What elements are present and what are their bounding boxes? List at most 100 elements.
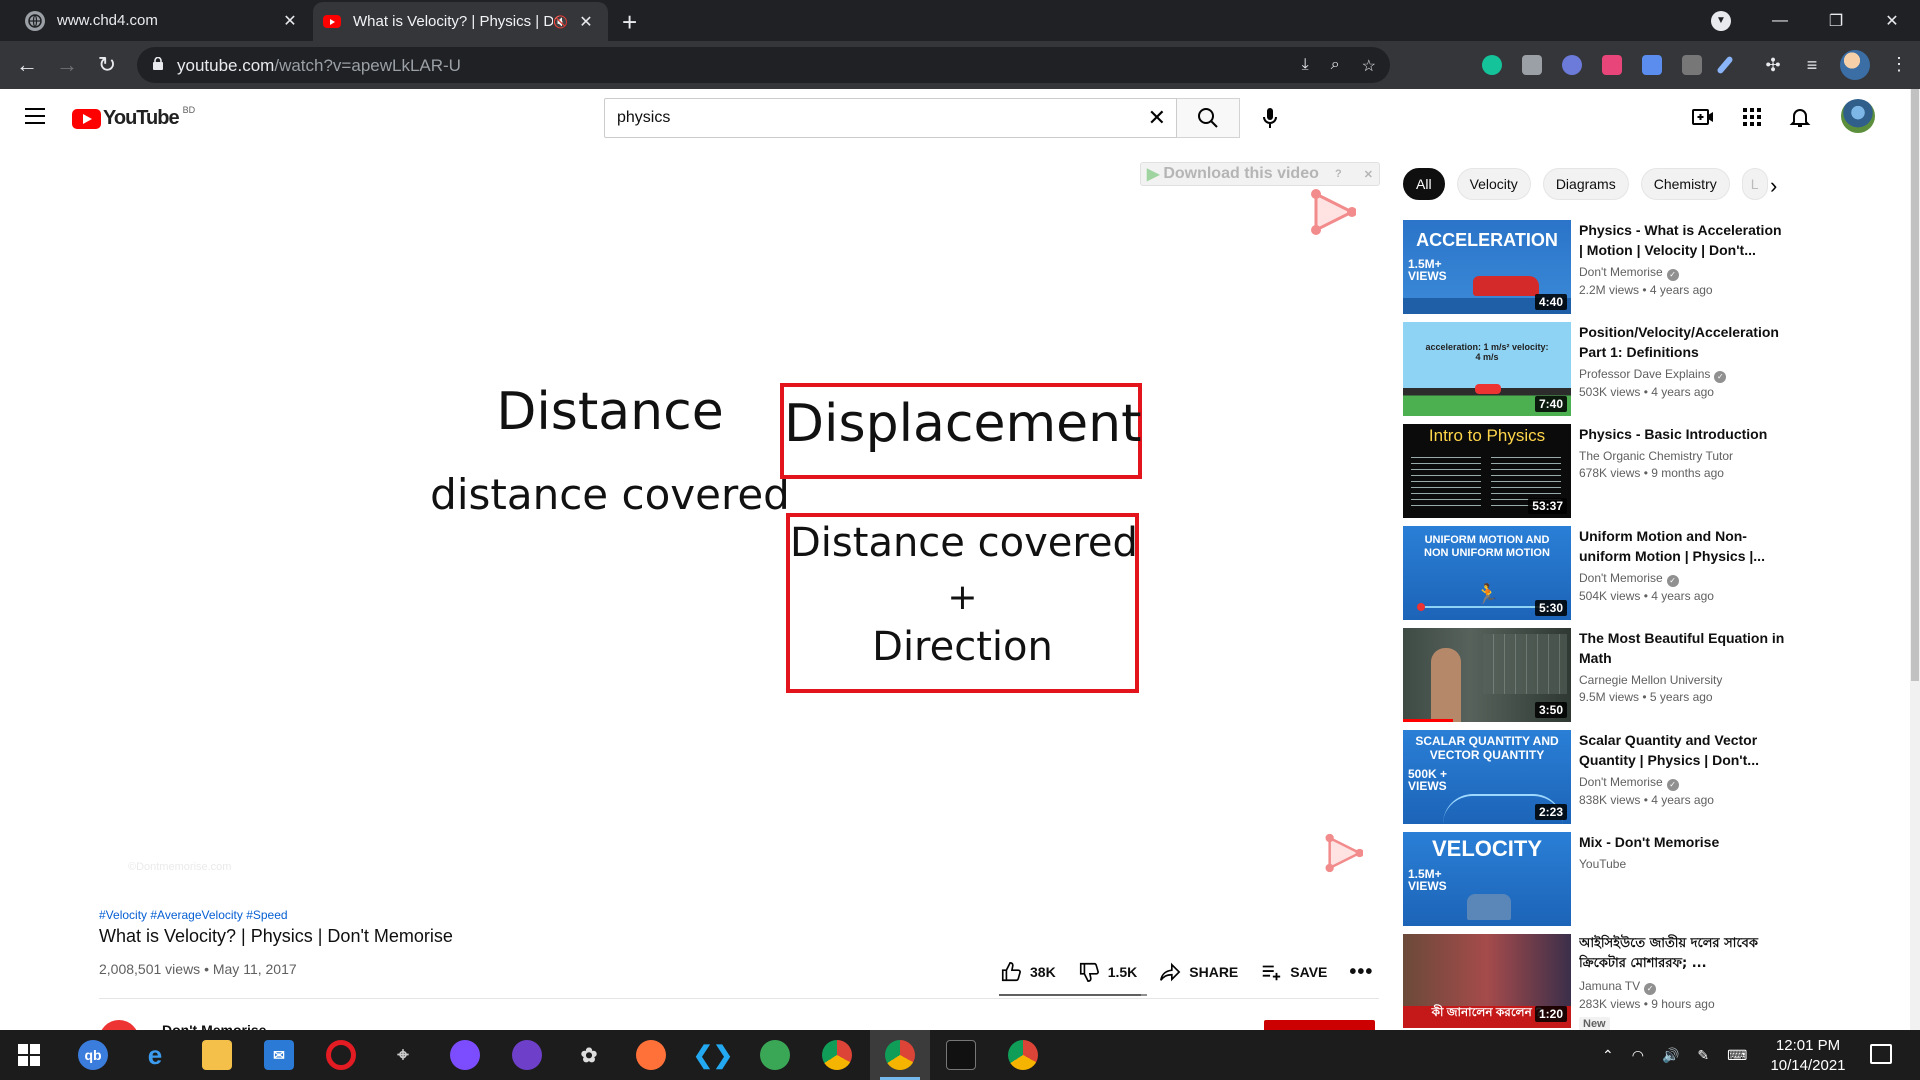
- recommendation-title[interactable]: Mix - Don't Memorise: [1579, 832, 1789, 852]
- dislike-button[interactable]: 1.5K: [1078, 961, 1137, 983]
- chevron-right-icon[interactable]: ›: [1770, 173, 1777, 199]
- recommendation-item[interactable]: Intro to Physics 53:37 Physics - Basic I…: [1403, 424, 1893, 518]
- recommendation-channel[interactable]: YouTube: [1579, 857, 1626, 871]
- opera-icon[interactable]: [326, 1040, 356, 1070]
- pen-icon[interactable]: ✎: [1697, 1047, 1709, 1064]
- recommendation-item[interactable]: ACCELERATION 1.5M+ VIEWS 4:40 Physics - …: [1403, 220, 1893, 314]
- vscode-icon[interactable]: ❮❯: [693, 1040, 733, 1070]
- reload-icon[interactable]: ↻: [92, 50, 122, 80]
- screen-extension-icon[interactable]: [1682, 55, 1702, 75]
- chip-chemistry[interactable]: Chemistry: [1640, 168, 1730, 200]
- recommendation-title[interactable]: The Most Beautiful Equation in Math: [1579, 628, 1789, 668]
- recommendation-channel[interactable]: Jamuna TV: [1579, 979, 1640, 993]
- back-arrow-icon[interactable]: ←: [12, 50, 42, 80]
- media-queue-icon[interactable]: ≡: [1797, 50, 1827, 80]
- install-app-icon[interactable]: ⤓: [1302, 56, 1309, 76]
- video-thumbnail[interactable]: কী জানালেন করলেন ? 1:20: [1403, 934, 1571, 1028]
- microphone-icon[interactable]: [1254, 102, 1286, 134]
- video-hashtags[interactable]: #Velocity #AverageVelocity #Speed: [99, 908, 288, 922]
- recommendation-title[interactable]: Uniform Motion and Non-uniform Motion | …: [1579, 526, 1789, 566]
- new-tab-icon[interactable]: +: [622, 7, 637, 38]
- close-banner-icon[interactable]: ✕: [1364, 168, 1373, 181]
- video-thumbnail[interactable]: acceleration: 1 m/s² velocity: 4 m/s 7:4…: [1403, 322, 1571, 416]
- recommendation-item[interactable]: 3:50 The Most Beautiful Equation in Math…: [1403, 628, 1893, 722]
- recommendation-title[interactable]: আইসিইউতে জাতীয় দলের সাবেক ক্রিকেটার মোশ…: [1579, 934, 1789, 974]
- video-thumbnail[interactable]: 3:50: [1403, 628, 1571, 722]
- windows-start-icon[interactable]: [14, 1040, 44, 1070]
- browser-tab-youtube[interactable]: What is Velocity? | Physics | D 🔇 ✕: [313, 2, 608, 41]
- close-window-icon[interactable]: ✕: [1864, 11, 1920, 31]
- recommendation-title[interactable]: Position/Velocity/Acceleration Part 1: D…: [1579, 322, 1789, 362]
- qbittorrent-icon[interactable]: qb: [78, 1040, 108, 1070]
- mail-icon[interactable]: ✉: [264, 1040, 294, 1070]
- terminal-icon[interactable]: [946, 1040, 976, 1070]
- recommendation-item[interactable]: VELOCITY 1.5M+ VIEWS Mix - Don't Memoris…: [1403, 832, 1893, 926]
- paint-icon[interactable]: ✿: [574, 1040, 604, 1070]
- apps-grid-icon[interactable]: [1740, 105, 1764, 129]
- recommendation-channel[interactable]: Don't Memorise: [1579, 571, 1663, 585]
- download-video-banner[interactable]: ▶ Download this video ? ✕: [1140, 162, 1380, 186]
- edge-icon[interactable]: e: [140, 1040, 170, 1070]
- more-actions-icon[interactable]: •••: [1349, 961, 1373, 984]
- chip-partial[interactable]: L: [1741, 168, 1768, 200]
- user-avatar[interactable]: [1841, 99, 1875, 133]
- youtube-logo[interactable]: YouTube BD: [72, 105, 195, 130]
- download-extension-icon[interactable]: [1642, 55, 1662, 75]
- video-thumbnail[interactable]: ACCELERATION 1.5M+ VIEWS 4:40: [1403, 220, 1571, 314]
- close-tab-icon[interactable]: ✕: [280, 11, 300, 31]
- like-button[interactable]: 38K: [1000, 961, 1056, 983]
- chip-velocity[interactable]: Velocity: [1456, 168, 1531, 200]
- recommendation-channel[interactable]: Don't Memorise: [1579, 775, 1663, 789]
- recommendation-channel[interactable]: Professor Dave Explains: [1579, 367, 1710, 381]
- recommendation-title[interactable]: Physics - What is Acceleration | Motion …: [1579, 220, 1789, 260]
- speaker-muted-icon[interactable]: 🔇: [553, 15, 568, 29]
- scrollbar-thumb[interactable]: [1911, 89, 1919, 681]
- chip-all[interactable]: All: [1403, 168, 1445, 200]
- recommendation-title[interactable]: Scalar Quantity and Vector Quantity | Ph…: [1579, 730, 1789, 770]
- extensions-puzzle-icon[interactable]: ✣: [1758, 50, 1788, 80]
- firefox-icon[interactable]: [636, 1040, 666, 1070]
- earth-app-icon[interactable]: [760, 1040, 790, 1070]
- grammarly-icon[interactable]: [1482, 55, 1502, 75]
- search-input[interactable]: [605, 99, 1125, 137]
- recommendation-channel[interactable]: The Organic Chemistry Tutor: [1579, 449, 1733, 463]
- share-button[interactable]: SHARE: [1159, 961, 1238, 983]
- hamburger-menu-icon[interactable]: [25, 108, 45, 129]
- chrome-profile-icon[interactable]: [1008, 1040, 1038, 1070]
- messenger-icon[interactable]: [450, 1040, 480, 1070]
- github-icon[interactable]: [512, 1040, 542, 1070]
- recommendation-item[interactable]: acceleration: 1 m/s² velocity: 4 m/s 7:4…: [1403, 322, 1893, 416]
- bookmark-star-icon[interactable]: ☆: [1362, 56, 1376, 76]
- recommendation-channel[interactable]: Carnegie Mellon University: [1579, 673, 1722, 687]
- search-button[interactable]: [1177, 98, 1240, 138]
- clear-search-icon[interactable]: ✕: [1148, 105, 1166, 131]
- browser-tab-chd4[interactable]: www.chd4.com ✕: [0, 0, 312, 41]
- pen-extension-icon[interactable]: [1716, 55, 1734, 75]
- taskbar-clock[interactable]: 12:01 PM 10/14/2021: [1760, 1036, 1856, 1076]
- chevron-up-icon[interactable]: ⌃: [1602, 1047, 1614, 1064]
- volume-icon[interactable]: 🔊: [1662, 1047, 1679, 1064]
- address-bar[interactable]: youtube.com/watch?v=apewLkLAR-U ⤓ ⌕ ☆: [137, 47, 1390, 83]
- wifi-icon[interactable]: ◠: [1632, 1047, 1644, 1064]
- color-extension-icon[interactable]: [1562, 55, 1582, 75]
- help-icon[interactable]: ?: [1335, 168, 1342, 180]
- recommendation-channel[interactable]: Don't Memorise: [1579, 265, 1663, 279]
- tab-search-icon[interactable]: ▼: [1711, 11, 1731, 31]
- create-video-icon[interactable]: [1691, 105, 1715, 129]
- notification-center-icon[interactable]: [1870, 1044, 1892, 1064]
- chrome-icon[interactable]: [822, 1040, 852, 1070]
- camera-extension-icon[interactable]: [1522, 55, 1542, 75]
- video-thumbnail[interactable]: SCALAR QUANTITY AND VECTOR QUANTITY 500K…: [1403, 730, 1571, 824]
- recommendation-item[interactable]: UNIFORM MOTION AND NON UNIFORM MOTION 🏃 …: [1403, 526, 1893, 620]
- chrome-active-icon[interactable]: [885, 1040, 915, 1070]
- keyboard-icon[interactable]: ⌨: [1727, 1047, 1747, 1064]
- video-thumbnail[interactable]: VELOCITY 1.5M+ VIEWS: [1403, 832, 1571, 926]
- recommendation-item[interactable]: কী জানালেন করলেন ? 1:20 আইসিইউতে জাতীয় …: [1403, 934, 1893, 1031]
- recommendation-item[interactable]: SCALAR QUANTITY AND VECTOR QUANTITY 500K…: [1403, 730, 1893, 824]
- save-button[interactable]: SAVE: [1260, 961, 1327, 983]
- video-thumbnail[interactable]: UNIFORM MOTION AND NON UNIFORM MOTION 🏃 …: [1403, 526, 1571, 620]
- file-explorer-icon[interactable]: [202, 1040, 232, 1070]
- video-player[interactable]: Distance distance covered Displacement D…: [99, 168, 1379, 888]
- satellite-icon[interactable]: ⌖: [388, 1040, 418, 1070]
- zoom-icon[interactable]: ⌕: [1331, 56, 1340, 76]
